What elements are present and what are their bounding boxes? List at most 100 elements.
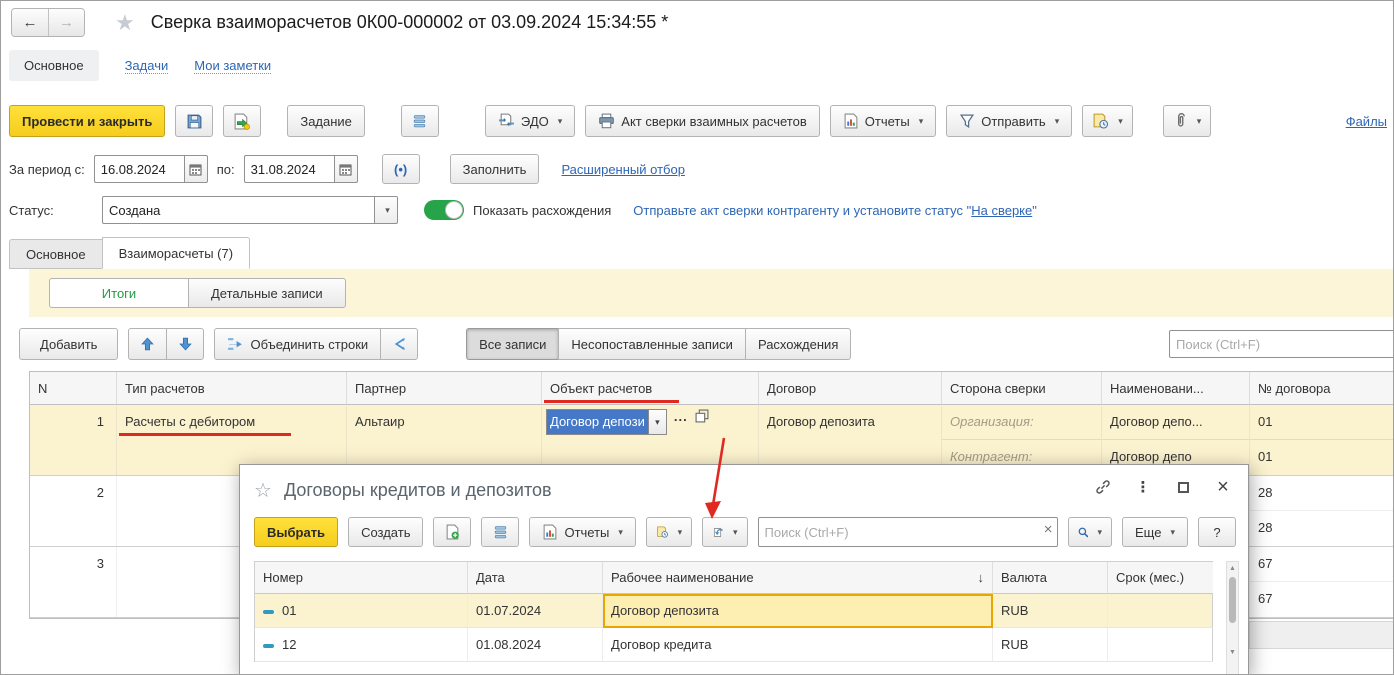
pcol-name[interactable]: Рабочее наименование ↓ (603, 562, 993, 594)
show-discrepancies-toggle[interactable] (424, 200, 464, 220)
popup-search-input[interactable] (757, 517, 1058, 547)
popup-favorite-star-icon[interactable]: ☆ (254, 478, 272, 503)
contracts-header-row: Номер Дата Рабочее наименование ↓ Валюта… (255, 562, 1213, 594)
popup-export-button[interactable]: ▾ (702, 517, 748, 547)
calendar-to-button[interactable] (333, 155, 358, 183)
object-open-button[interactable] (695, 409, 709, 423)
row3-n: 3 (30, 547, 117, 617)
popup-create-group-button[interactable] (433, 517, 472, 547)
scroll-down-icon[interactable]: ▼ (1227, 649, 1238, 656)
popup-create-button[interactable]: Создать (348, 517, 424, 547)
object-choose-button[interactable]: ... (674, 409, 688, 424)
nav-tab-main[interactable]: Основное (9, 50, 99, 81)
show-discrepancies-label: Показать расхождения (473, 202, 612, 218)
col-object[interactable]: Объект расчетов (542, 372, 759, 405)
fill-button[interactable]: Заполнить (449, 154, 540, 184)
maximize-icon[interactable] (1170, 476, 1196, 498)
object-dropdown-button[interactable]: ▾ (647, 410, 666, 434)
back-button[interactable]: ← (12, 9, 48, 36)
popup-reminder-button[interactable]: ▾ (645, 517, 693, 547)
send-button[interactable]: Отправить ▾ (946, 105, 1073, 137)
popup-list-button[interactable] (481, 517, 520, 547)
advanced-filter-link[interactable]: Расширенный отбор (561, 162, 685, 177)
act-button[interactable]: Акт сверки взаимных расчетов (585, 105, 820, 137)
kebab-menu-icon[interactable]: ⋮ (1130, 476, 1156, 498)
files-link[interactable]: Файлы (1346, 114, 1387, 129)
choose-period-button[interactable]: (•) (381, 154, 420, 184)
favorite-star-icon[interactable]: ★ (115, 10, 135, 36)
col-n[interactable]: N (30, 372, 117, 405)
popup-close-icon[interactable]: × (1210, 476, 1236, 498)
filter-unmatched-records[interactable]: Несопоставленные записи (558, 328, 745, 360)
contract1-currency: RUB (993, 594, 1108, 628)
row2-num1: 28 (1250, 476, 1393, 511)
save-button[interactable] (175, 105, 214, 137)
contract-row-1[interactable]: 01 01.07.2024 Договор депозита RUB (255, 594, 1213, 628)
pcol-number[interactable]: Номер (255, 562, 468, 594)
post-and-close-button[interactable]: Провести и закрыть (9, 105, 166, 137)
horizontal-scrollbar[interactable] (1249, 621, 1393, 649)
post-document-icon (234, 113, 251, 130)
move-up-button[interactable] (128, 328, 167, 360)
copy-link-icon[interactable] (1090, 476, 1116, 498)
col-contract[interactable]: Договор (759, 372, 942, 405)
contract1-name-selected-cell[interactable]: Договор депозита (603, 594, 993, 628)
scrollbar-thumb[interactable] (1229, 577, 1236, 623)
filter-all-records[interactable]: Все записи (466, 328, 559, 360)
col-partner[interactable]: Партнер (347, 372, 542, 405)
tab-main[interactable]: Основное (9, 239, 103, 269)
view-totals-button[interactable]: Итоги (49, 278, 189, 308)
object-edit-selected-text[interactable]: Договор депози (547, 410, 648, 434)
scroll-up-icon[interactable]: ▲ (1227, 565, 1238, 572)
pcol-term[interactable]: Срок (мес.) (1108, 562, 1213, 594)
add-row-button[interactable]: Добавить (19, 328, 119, 360)
attachments-button[interactable]: ▾ (1162, 105, 1212, 137)
send-caret-icon: ▾ (1054, 115, 1060, 126)
period-to-input[interactable] (243, 155, 334, 183)
merge-rows-button[interactable]: Объединить строки (214, 328, 381, 360)
pcol-date[interactable]: Дата (468, 562, 603, 594)
calendar-from-button[interactable] (183, 155, 208, 183)
status-caret-icon: ▾ (385, 204, 390, 215)
reports-button[interactable]: Отчеты ▾ (829, 105, 937, 137)
contract-row-2[interactable]: 12 01.08.2024 Договор кредита RUB (255, 628, 1213, 662)
post-document-button[interactable] (223, 105, 262, 137)
move-down-button[interactable] (166, 328, 205, 360)
popup-scrollbar[interactable]: ▲ ▼ (1226, 561, 1239, 674)
popup-select-button[interactable]: Выбрать (254, 517, 339, 547)
popup-reports-button[interactable]: Отчеты ▾ (529, 517, 636, 547)
pcol-currency[interactable]: Валюта (993, 562, 1108, 594)
reminder-button[interactable]: ▾ (1082, 105, 1133, 137)
nav-tab-tasks[interactable]: Задачи (124, 58, 169, 74)
col-number[interactable]: № договора (1250, 372, 1393, 405)
period-from-input[interactable] (93, 155, 184, 183)
nav-tab-notes[interactable]: Мои заметки (194, 58, 272, 74)
nav-tabs: Основное Задачи Мои заметки (9, 50, 272, 81)
edo-button[interactable]: ЭДО ▾ (484, 105, 576, 137)
task-button[interactable]: Задание (287, 105, 365, 137)
filter-unmatched-label: Несопоставленные записи (571, 336, 733, 352)
edo-caret-icon: ▾ (557, 115, 563, 126)
popup-search-clear-icon[interactable]: × (1044, 522, 1053, 537)
forward-button[interactable]: → (48, 9, 84, 36)
grid-search-input[interactable] (1169, 330, 1393, 358)
split-rows-button[interactable] (380, 328, 419, 360)
popup-help-button[interactable]: ? (1198, 517, 1236, 547)
maximize-box (1177, 481, 1189, 493)
hint-na-sverke-link[interactable]: На сверке (971, 203, 1032, 218)
list-button[interactable] (400, 105, 439, 137)
paperclip-icon (1177, 113, 1185, 127)
filter-discrepancies[interactable]: Расхождения (744, 328, 852, 360)
popup-search-button[interactable]: ▾ (1067, 517, 1113, 547)
popup-more-button[interactable]: Еще ▾ (1122, 517, 1188, 547)
col-name[interactable]: Наименовани... (1102, 372, 1250, 405)
status-label: Статус: (9, 202, 54, 218)
status-dropdown-button[interactable]: ▾ (374, 196, 398, 224)
pcol-name-label: Рабочее наименование (611, 570, 754, 585)
tab-settlements[interactable]: Взаиморасчеты (7) (101, 237, 251, 269)
act-label: Акт сверки взаимных расчетов (621, 113, 807, 129)
view-details-button[interactable]: Детальные записи (189, 278, 346, 308)
status-select[interactable] (102, 196, 374, 224)
col-type[interactable]: Тип расчетов (117, 372, 347, 405)
col-side[interactable]: Сторона сверки (942, 372, 1102, 405)
